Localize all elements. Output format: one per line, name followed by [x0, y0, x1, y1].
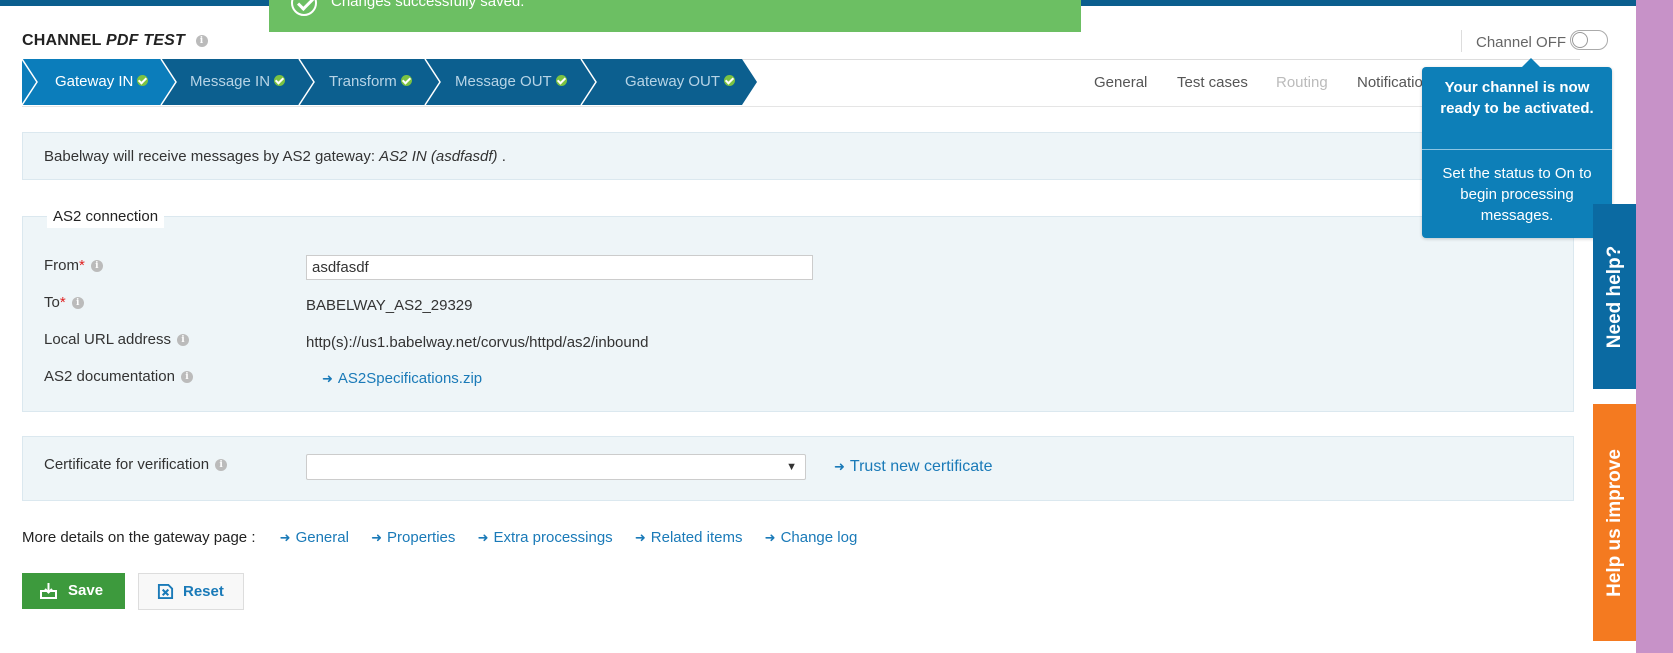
fieldset-legend: AS2 connection	[47, 205, 165, 228]
check-icon	[137, 74, 149, 86]
step-label: Message OUT	[455, 73, 552, 90]
divider	[1422, 149, 1612, 150]
doc-label: AS2 documentation i	[44, 368, 193, 385]
link-text: Related items	[650, 529, 743, 546]
need-help-label: Need help?	[1603, 245, 1625, 348]
url-label-text: Local URL address	[44, 331, 172, 348]
step-label: Gateway IN	[55, 73, 134, 90]
intro-end: .	[501, 148, 506, 165]
step-message-in[interactable]: Message IN	[161, 59, 299, 105]
window-edge	[1636, 0, 1673, 653]
tab-test-cases[interactable]: Test cases	[1177, 74, 1248, 91]
as2-doc-link[interactable]: ➜ AS2Specifications.zip	[322, 370, 482, 387]
doc-label-text: AS2 documentation	[44, 368, 175, 385]
arrow-right-icon: ➜	[477, 530, 489, 545]
save-button[interactable]: Save	[22, 573, 125, 609]
arrow-right-icon: ➜	[764, 530, 776, 545]
cert-label-text: Certificate for verification	[44, 456, 210, 473]
activation-popover: Your channel is now ready to be activate…	[1422, 58, 1612, 238]
link-text: Change log	[780, 529, 858, 546]
toast-message: Changes successfully saved.	[331, 0, 525, 10]
gateway-details-links: More details on the gateway page : ➜ Gene…	[22, 529, 857, 546]
step-label: Transform	[329, 73, 397, 90]
channel-name: PDF TEST	[106, 32, 185, 49]
channel-toggle[interactable]	[1570, 30, 1608, 50]
details-link-general[interactable]: ➜ General	[280, 529, 349, 546]
url-value: http(s)://us1.babelway.net/corvus/httpd/…	[306, 334, 649, 351]
from-label-text: From	[44, 257, 79, 274]
popover-headline: Your channel is now ready to be activate…	[1440, 79, 1594, 117]
info-icon[interactable]: i	[177, 334, 190, 347]
details-link-extra-processings[interactable]: ➜ Extra processings	[478, 529, 613, 546]
to-label: To* i	[44, 294, 84, 311]
gateway-name: AS2 IN (asdfasdf)	[379, 148, 498, 165]
help-improve-tab[interactable]: Help us improve	[1593, 404, 1636, 641]
intro-text: Babelway will receive messages by AS2 ga…	[44, 148, 375, 165]
tab-general[interactable]: General	[1094, 74, 1147, 91]
channel-status-label: Channel OFF	[1476, 34, 1567, 51]
link-text: Extra processings	[493, 529, 613, 546]
step-gateway-out[interactable]: Gateway OUT	[581, 59, 742, 105]
link-text: General	[295, 529, 349, 546]
certificate-select[interactable]: ▼	[306, 454, 806, 480]
from-label: From* i	[44, 257, 103, 274]
save-label: Save	[68, 582, 104, 599]
step-label: Message IN	[190, 73, 271, 90]
tab-notifications[interactable]: Notificatio	[1357, 74, 1423, 91]
link-text: Properties	[387, 529, 456, 546]
cert-label: Certificate for verification i	[44, 456, 228, 473]
check-icon	[274, 74, 286, 86]
details-label: More details on the gateway page :	[22, 529, 256, 546]
divider	[1461, 30, 1462, 52]
arrow-right-icon: ➜	[322, 371, 333, 386]
step-gateway-in[interactable]: Gateway IN	[22, 59, 161, 105]
toggle-knob	[1572, 32, 1588, 48]
save-icon	[40, 583, 57, 599]
tab-routing: Routing	[1276, 74, 1328, 91]
to-label-text: To	[44, 294, 60, 311]
from-input[interactable]	[306, 255, 813, 280]
info-icon[interactable]: i	[195, 34, 208, 47]
url-label: Local URL address i	[44, 331, 190, 348]
step-label: Gateway OUT	[625, 73, 721, 90]
step-transform[interactable]: Transform	[299, 59, 425, 105]
check-icon	[555, 74, 567, 86]
trust-link-text: Trust new certificate	[849, 458, 993, 475]
info-icon[interactable]: i	[71, 297, 84, 310]
reset-icon	[157, 583, 174, 600]
check-circle-icon	[291, 0, 317, 16]
page-title: CHANNEL PDF TEST i	[22, 32, 208, 50]
check-icon	[724, 74, 736, 86]
page: Changes successfully saved. CHANNEL PDF …	[0, 0, 1636, 653]
arrow-right-icon: ➜	[834, 459, 845, 474]
check-icon	[400, 74, 412, 86]
info-icon[interactable]: i	[90, 260, 103, 273]
info-icon[interactable]: i	[180, 371, 193, 384]
details-link-change-log[interactable]: ➜ Change log	[765, 529, 858, 546]
divider	[22, 106, 1580, 107]
arrow-right-icon: ➜	[634, 530, 646, 545]
reset-button[interactable]: Reset	[138, 573, 244, 610]
gateway-intro: Babelway will receive messages by AS2 ga…	[22, 132, 1574, 180]
doc-link-text: AS2Specifications.zip	[337, 370, 483, 387]
popover-body: Set the status to On to begin processing…	[1442, 165, 1592, 224]
arrow-right-icon: ➜	[279, 530, 291, 545]
details-link-related-items[interactable]: ➜ Related items	[635, 529, 743, 546]
success-toast: Changes successfully saved.	[269, 0, 1081, 32]
info-icon[interactable]: i	[215, 459, 228, 472]
required-mark: *	[79, 257, 85, 274]
required-mark: *	[59, 294, 66, 311]
chevron-down-icon: ▼	[786, 461, 797, 473]
to-value: BABELWAY_AS2_29329	[306, 297, 473, 314]
title-prefix: CHANNEL	[22, 32, 102, 49]
need-help-tab[interactable]: Need help?	[1593, 204, 1636, 389]
details-link-properties[interactable]: ➜ Properties	[371, 529, 455, 546]
improve-label: Help us improve	[1603, 448, 1625, 597]
as2-connection-fieldset	[22, 216, 1574, 412]
reset-label: Reset	[183, 583, 224, 600]
step-message-out[interactable]: Message OUT	[425, 59, 581, 105]
arrow-right-icon: ➜	[371, 530, 383, 545]
trust-certificate-link[interactable]: ➜ Trust new certificate	[834, 458, 992, 476]
